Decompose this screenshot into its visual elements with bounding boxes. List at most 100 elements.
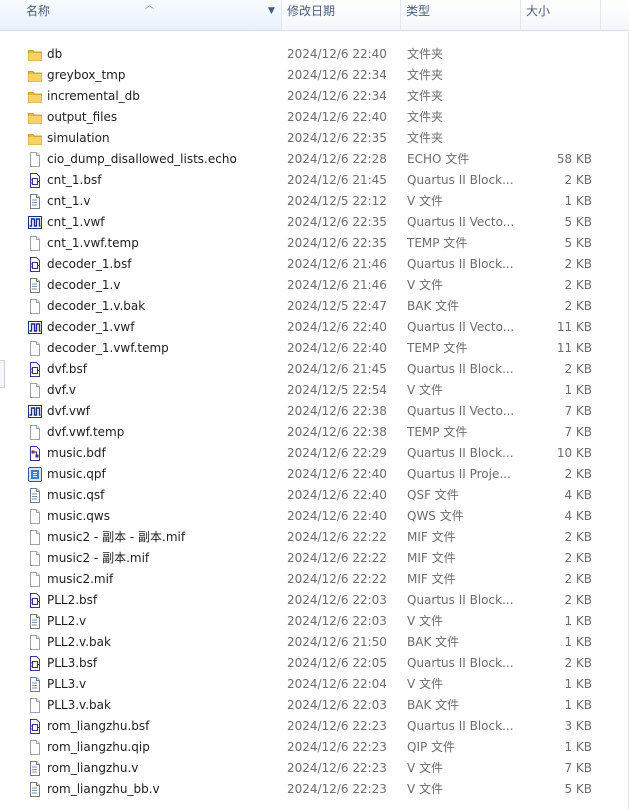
column-header-name[interactable]: 名称 ︿ ▼ <box>0 0 282 30</box>
folder-icon <box>28 110 42 125</box>
file-size: 5 KB <box>564 215 592 229</box>
file-size: 2 KB <box>564 299 592 313</box>
file-date: 2024/12/6 22:40 <box>287 47 387 61</box>
file-row[interactable]: music2.mif 2024/12/6 22:22 MIF 文件 2 KB <box>0 569 629 590</box>
file-type: V 文件 <box>407 761 444 775</box>
file-name: cnt_1.v <box>47 194 91 208</box>
file-row[interactable]: PLL3.v 2024/12/6 22:04 V 文件 1 KB <box>0 674 629 695</box>
file-row[interactable]: music.qws 2024/12/6 22:40 QWS 文件 4 KB <box>0 506 629 527</box>
waveform-file-icon <box>28 320 42 335</box>
file-icon <box>28 740 42 755</box>
text-file-icon <box>28 278 42 293</box>
block-symbol-file-icon <box>28 173 42 188</box>
file-row[interactable]: decoder_1.bsf 2024/12/6 21:46 Quartus II B… <box>0 254 629 275</box>
block-symbol-file-icon <box>28 656 42 671</box>
file-row[interactable]: decoder_1.vwf.temp 2024/12/6 22:40 TEMP 文件… <box>0 338 629 359</box>
file-size: 2 KB <box>564 551 592 565</box>
file-icon <box>28 635 42 650</box>
file-row[interactable]: rom_liangzhu_bb.v 2024/12/6 22:23 V 文件 5 KB <box>0 779 629 800</box>
file-row[interactable]: PLL2.bsf 2024/12/6 22:03 Quartus II Block.… <box>0 590 629 611</box>
file-row[interactable]: music.qpf 2024/12/6 22:40 Quartus II Proje… <box>0 464 629 485</box>
file-row[interactable]: music2 - 副本 - 副本.mif 2024/12/6 22:22 MIF 文… <box>0 527 629 548</box>
file-size: 2 KB <box>564 656 592 670</box>
file-date: 2024/12/6 22:03 <box>287 593 387 607</box>
file-date: 2024/12/6 22:05 <box>287 656 387 670</box>
file-row[interactable]: cnt_1.vwf.temp 2024/12/6 22:35 TEMP 文件 5 KB <box>0 233 629 254</box>
text-file-icon <box>28 194 42 209</box>
file-row[interactable]: incremental_db 2024/12/6 22:34 文件夹 <box>0 86 629 107</box>
file-name: PLL3.v <box>47 677 87 691</box>
file-type: MIF 文件 <box>407 551 456 565</box>
file-name: simulation <box>47 131 110 145</box>
file-type: ECHO 文件 <box>407 152 470 166</box>
chevron-down-icon[interactable]: ▼ <box>266 4 277 18</box>
file-type: V 文件 <box>407 677 444 691</box>
file-type: TEMP 文件 <box>407 236 468 250</box>
block-symbol-file-icon <box>28 362 42 377</box>
file-row[interactable]: decoder_1.v 2024/12/6 21:46 V 文件 2 KB <box>0 275 629 296</box>
file-icon <box>28 341 42 356</box>
file-size: 7 KB <box>564 404 592 418</box>
file-type: V 文件 <box>407 782 444 796</box>
folder-icon <box>28 68 42 83</box>
file-type: Quartus II Block... <box>407 362 514 376</box>
file-row[interactable]: rom_liangzhu.v 2024/12/6 22:23 V 文件 7 KB <box>0 758 629 779</box>
column-header-size[interactable]: 大小 <box>521 0 601 30</box>
file-row[interactable]: db 2024/12/6 22:40 文件夹 <box>0 44 629 65</box>
file-row[interactable]: rom_liangzhu.qip 2024/12/6 22:23 QIP 文件 1 K… <box>0 737 629 758</box>
file-row[interactable]: cnt_1.v 2024/12/5 22:12 V 文件 1 KB <box>0 191 629 212</box>
sort-ascending-icon: ︿ <box>145 1 155 11</box>
file-row[interactable]: PLL2.v.bak 2024/12/6 21:50 BAK 文件 1 KB <box>0 632 629 653</box>
block-symbol-file-icon <box>28 719 42 734</box>
file-row[interactable]: greybox_tmp 2024/12/6 22:34 文件夹 <box>0 65 629 86</box>
file-row[interactable]: cnt_1.vwf 2024/12/6 22:35 Quartus II Vecto… <box>0 212 629 233</box>
file-row[interactable]: music.qsf 2024/12/6 22:40 QSF 文件 4 KB <box>0 485 629 506</box>
file-name: db <box>47 47 63 61</box>
file-date: 2024/12/6 22:04 <box>287 677 387 691</box>
file-row[interactable]: music.bdf 2024/12/6 22:29 Quartus II Block… <box>0 443 629 464</box>
file-row[interactable]: dvf.v 2024/12/5 22:54 V 文件 1 KB <box>0 380 629 401</box>
file-name: PLL3.bsf <box>47 656 98 670</box>
column-header-bar: 名称 ︿ ▼ 修改日期 类型 大小 <box>0 0 629 31</box>
file-date: 2024/12/6 22:38 <box>287 404 387 418</box>
file-row[interactable]: PLL2.v 2024/12/6 22:03 V 文件 1 KB <box>0 611 629 632</box>
file-type: BAK 文件 <box>407 635 460 649</box>
waveform-file-icon <box>28 404 42 419</box>
file-row[interactable]: PLL3.bsf 2024/12/6 22:05 Quartus II Block.… <box>0 653 629 674</box>
file-name: dvf.vwf.temp <box>47 425 125 439</box>
file-date: 2024/12/6 22:38 <box>287 425 387 439</box>
file-row[interactable]: decoder_1.vwf 2024/12/6 22:40 Quartus II V… <box>0 317 629 338</box>
splitter-handle[interactable] <box>0 360 5 388</box>
file-name: cnt_1.bsf <box>47 173 102 187</box>
column-header-date[interactable]: 修改日期 <box>282 0 401 30</box>
file-row[interactable]: decoder_1.v.bak 2024/12/5 22:47 BAK 文件 2 KB <box>0 296 629 317</box>
file-date: 2024/12/6 21:46 <box>287 278 387 292</box>
file-row[interactable]: simulation 2024/12/6 22:35 文件夹 <box>0 128 629 149</box>
file-explorer-window: 名称 ︿ ▼ 修改日期 类型 大小 db 2024/12/6 22:40 文件夹 gr… <box>0 0 629 809</box>
file-size: 2 KB <box>564 173 592 187</box>
file-row[interactable]: output_files 2024/12/6 22:40 文件夹 <box>0 107 629 128</box>
file-date: 2024/12/6 22:34 <box>287 68 387 82</box>
file-size: 58 KB <box>556 152 592 166</box>
file-size: 11 KB <box>556 320 592 334</box>
file-row[interactable]: cnt_1.bsf 2024/12/6 21:45 Quartus II Block… <box>0 170 629 191</box>
column-header-type[interactable]: 类型 <box>401 0 521 30</box>
file-row[interactable]: PLL3.v.bak 2024/12/6 22:03 BAK 文件 1 KB <box>0 695 629 716</box>
file-size: 1 KB <box>564 614 592 628</box>
file-type: V 文件 <box>407 383 444 397</box>
file-row[interactable]: dvf.vwf 2024/12/6 22:38 Quartus II Vecto..… <box>0 401 629 422</box>
file-row[interactable]: rom_liangzhu.bsf 2024/12/6 22:23 Quartus I… <box>0 716 629 737</box>
file-type: BAK 文件 <box>407 299 460 313</box>
file-row[interactable]: music2 - 副本.mif 2024/12/6 22:22 MIF 文件 2 KB <box>0 548 629 569</box>
file-size: 4 KB <box>564 488 592 502</box>
file-row[interactable]: cio_dump_disallowed_lists.echo 2024/12/6 … <box>0 149 629 170</box>
file-row[interactable]: dvf.bsf 2024/12/6 21:45 Quartus II Block..… <box>0 359 629 380</box>
file-name: cnt_1.vwf <box>47 215 105 229</box>
text-file-icon <box>28 488 42 503</box>
file-name: PLL3.v.bak <box>47 698 111 712</box>
file-date: 2024/12/6 21:50 <box>287 635 387 649</box>
file-size: 5 KB <box>564 236 592 250</box>
file-type: TEMP 文件 <box>407 341 468 355</box>
file-row[interactable]: dvf.vwf.temp 2024/12/6 22:38 TEMP 文件 7 KB <box>0 422 629 443</box>
column-header-date-label: 修改日期 <box>287 4 336 18</box>
